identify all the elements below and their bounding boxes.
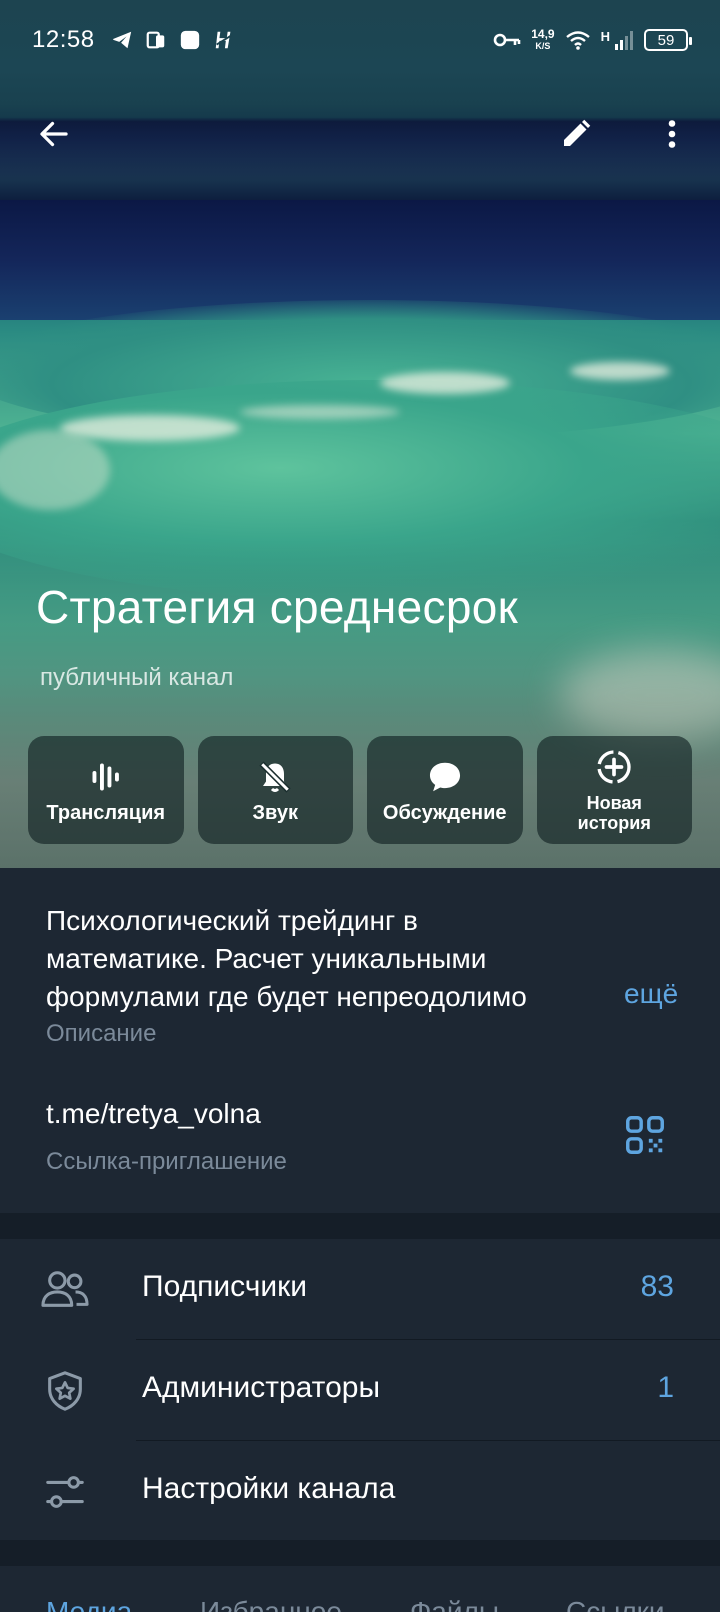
top-app-bar xyxy=(0,96,720,176)
signal-icon xyxy=(614,29,634,51)
channel-description[interactable]: Психологический трейдинг в математике. Р… xyxy=(46,902,686,1016)
section-divider xyxy=(0,1213,720,1239)
network-label: H xyxy=(600,28,610,44)
description-line: формулами где будет непреодолимо xyxy=(46,981,527,1012)
administrators-row[interactable]: Администраторы 1 xyxy=(0,1340,720,1440)
show-more-link[interactable]: ещё xyxy=(610,978,679,1010)
net-speed-unit: K/S xyxy=(535,41,551,51)
app-icon xyxy=(145,29,167,51)
tab-media[interactable]: Медиа xyxy=(46,1596,132,1612)
tab-links[interactable]: Ссылки xyxy=(566,1596,665,1612)
edit-button[interactable] xyxy=(536,96,616,176)
subscribers-label: Подписчики xyxy=(142,1270,308,1303)
description-line: математике. Расчет уникальными xyxy=(46,943,487,974)
section-divider xyxy=(0,1540,720,1566)
more-vert-icon xyxy=(654,116,690,157)
qr-code-button[interactable] xyxy=(622,1112,670,1160)
status-time: 12:58 xyxy=(32,26,95,53)
channel-info-section: Психологический трейдинг в математике. Р… xyxy=(0,868,720,1213)
qr-code-icon xyxy=(622,1116,668,1162)
new-story-label-line2: история xyxy=(577,813,651,833)
square-icon xyxy=(179,29,201,51)
chat-bubble-icon xyxy=(425,757,465,797)
admin-shield-icon xyxy=(40,1368,90,1414)
new-story-label: Новая история xyxy=(578,793,651,833)
discussion-label: Обсуждение xyxy=(382,801,507,824)
live-stream-label: Трансляция xyxy=(46,801,166,824)
key-icon xyxy=(493,29,521,51)
telegram-icon xyxy=(111,29,133,51)
tab-favorites[interactable]: Избранное xyxy=(200,1596,342,1612)
channel-profile-screen: 12:58 14,9 K/S H 59 Стратегия среднесрок… xyxy=(0,0,720,1612)
channel-type: публичный канал xyxy=(40,664,234,691)
battery-icon: 59 xyxy=(644,29,692,51)
channel-settings-label: Настройки канала xyxy=(142,1472,396,1505)
status-bar: 12:58 14,9 K/S H 59 xyxy=(0,0,720,80)
new-story-label-line1: Новая xyxy=(586,793,642,813)
description-caption: Описание xyxy=(46,1020,157,1047)
bell-off-icon xyxy=(255,757,295,797)
more-options-button[interactable] xyxy=(632,96,712,176)
invite-link-caption: Ссылка-приглашение xyxy=(46,1148,287,1175)
live-stream-icon xyxy=(86,757,126,797)
back-button[interactable] xyxy=(14,96,94,176)
channel-settings-row[interactable]: Настройки канала xyxy=(0,1441,720,1541)
net-speed: 14,9 K/S xyxy=(531,28,554,52)
people-icon xyxy=(40,1267,90,1313)
app-h-icon xyxy=(213,29,235,51)
administrators-count: 1 xyxy=(657,1371,674,1404)
sound-label: Звук xyxy=(252,801,298,824)
channel-title: Стратегия среднесрок xyxy=(36,581,519,633)
administrators-label: Администраторы xyxy=(142,1371,381,1404)
channel-actions: Трансляция Звук Обсуждение Новая история xyxy=(28,736,692,844)
channel-cover-image: 12:58 14,9 K/S H 59 Стратегия среднесрок… xyxy=(0,0,720,868)
tab-files[interactable]: Файлы xyxy=(410,1596,499,1612)
new-story-button[interactable]: Новая история xyxy=(536,736,692,844)
settings-sliders-icon xyxy=(40,1469,90,1515)
wifi-icon xyxy=(565,29,591,51)
invite-link[interactable]: t.me/tretya_volna xyxy=(46,1098,261,1130)
description-line: Психологический трейдинг в xyxy=(46,905,418,936)
back-arrow-icon xyxy=(36,116,72,157)
net-speed-value: 14,9 xyxy=(531,27,555,41)
add-story-icon xyxy=(594,747,634,787)
discussion-button[interactable]: Обсуждение xyxy=(367,736,523,844)
sound-button[interactable]: Звук xyxy=(197,736,353,844)
subscribers-row[interactable]: Подписчики 83 xyxy=(0,1239,720,1339)
live-stream-button[interactable]: Трансляция xyxy=(28,736,184,844)
subscribers-count: 83 xyxy=(640,1270,674,1303)
shared-media-tabs: Медиа Избранное Файлы Ссылки xyxy=(0,1566,720,1612)
pencil-icon xyxy=(558,116,594,157)
channel-management-list: Подписчики 83 Администраторы 1 Настройки… xyxy=(0,1239,720,1540)
battery-level: 59 xyxy=(657,31,675,49)
